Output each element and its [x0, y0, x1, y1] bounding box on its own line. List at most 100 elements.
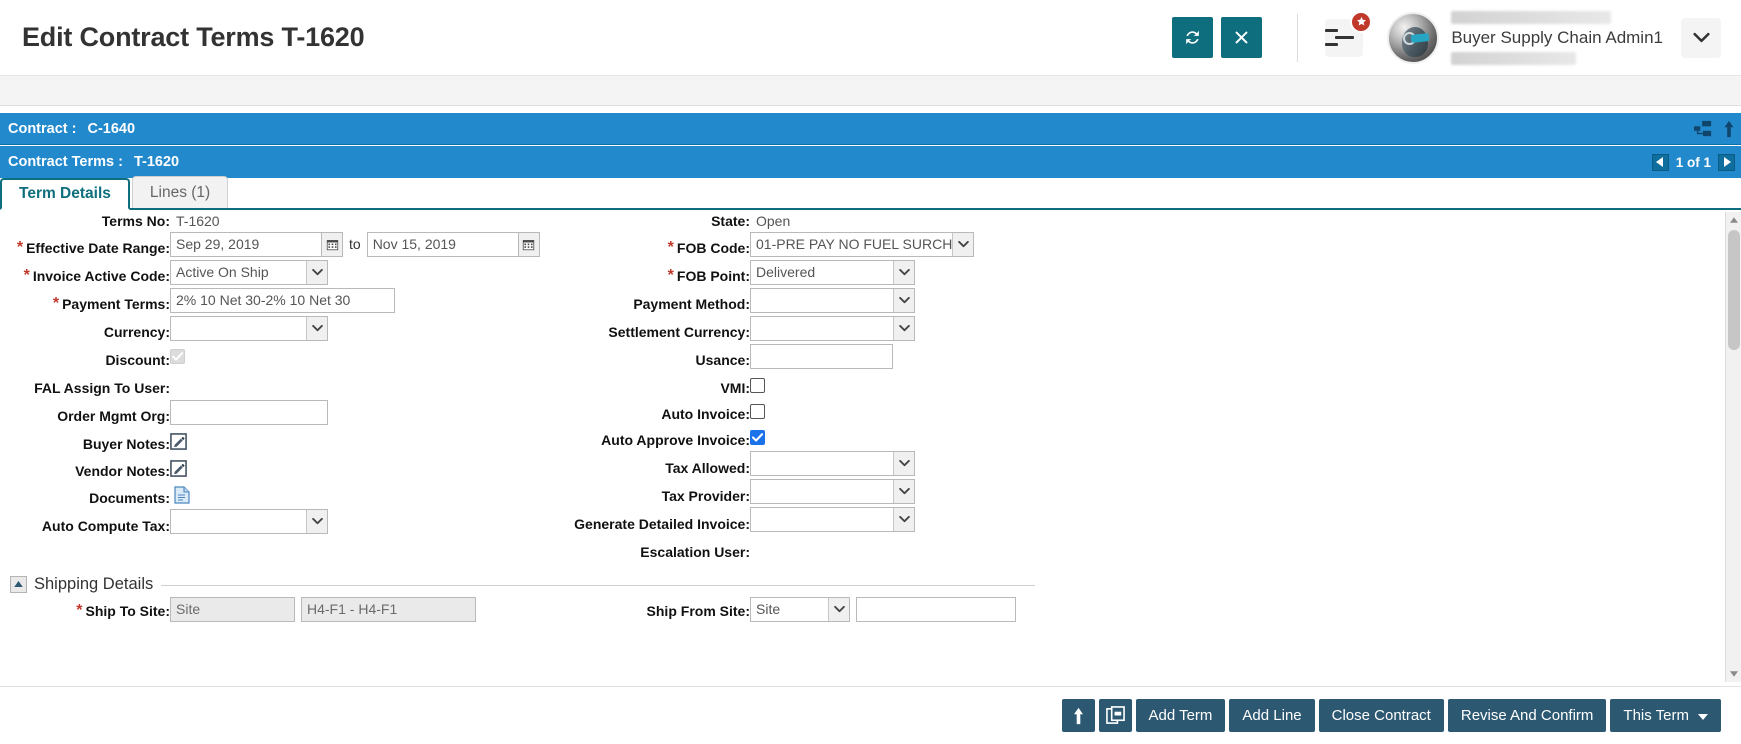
- generate-detailed-invoice-select[interactable]: [750, 507, 915, 532]
- ship-from-site-type: Site: [751, 601, 828, 617]
- tax-allowed-select[interactable]: [750, 451, 915, 476]
- payment-terms-input[interactable]: 2% 10 Net 30-2% 10 Net 30: [170, 288, 395, 313]
- order-mgmt-org-input[interactable]: [170, 400, 328, 425]
- ship-from-site-value[interactable]: [856, 597, 1016, 622]
- tab-term-details[interactable]: Term Details: [0, 178, 130, 210]
- auto-approve-invoice-checkbox[interactable]: [750, 430, 765, 445]
- user-info: Buyer Supply Chain Admin1: [1451, 11, 1663, 65]
- effective-date-to-input[interactable]: Nov 15, 2019: [367, 232, 519, 257]
- chevron-down-icon: [306, 317, 327, 340]
- secondary-toolbar-strip: [0, 76, 1741, 106]
- revise-and-confirm-button[interactable]: Revise And Confirm: [1448, 699, 1607, 732]
- effective-date-range-label: Effective Date Range:: [26, 240, 170, 256]
- effective-date-from-calendar-button[interactable]: [322, 232, 343, 257]
- effective-date-to-calendar-button[interactable]: [519, 232, 540, 257]
- ship-to-site-label: Ship To Site:: [85, 603, 170, 619]
- effective-date-from-input[interactable]: Sep 29, 2019: [170, 232, 322, 257]
- field-invoice-active-code: * Invoice Active Code:: [0, 263, 170, 289]
- currency-select[interactable]: [170, 316, 328, 341]
- auto-compute-tax-select[interactable]: [170, 509, 328, 534]
- refresh-button[interactable]: [1172, 17, 1213, 58]
- required-indicator: *: [668, 267, 674, 285]
- chevron-down-icon: [893, 508, 914, 531]
- upload-button[interactable]: [1062, 699, 1095, 732]
- contract-terms-value: T-1620: [134, 154, 179, 170]
- field-vendor-notes: Vendor Notes:: [0, 458, 170, 484]
- ship-to-site-type[interactable]: Site: [170, 597, 295, 622]
- scroll-down-button[interactable]: [1726, 666, 1741, 682]
- payment-method-select[interactable]: [750, 288, 915, 313]
- tax-provider-select[interactable]: [750, 479, 915, 504]
- chevron-left-icon: [1656, 157, 1664, 167]
- footer-action-bar: Add Term Add Line Close Contract Revise …: [0, 686, 1741, 744]
- record-pager: 1 of 1: [1652, 154, 1735, 171]
- field-buyer-notes: Buyer Notes:: [0, 431, 170, 457]
- chevron-up-icon: [14, 581, 23, 587]
- copy-button[interactable]: [1099, 699, 1132, 732]
- add-term-button[interactable]: Add Term: [1136, 699, 1226, 732]
- user-menu-button[interactable]: [1681, 18, 1721, 58]
- vertical-scrollbar[interactable]: [1725, 212, 1741, 682]
- shipping-details-collapse-button[interactable]: [10, 576, 27, 593]
- header-actions: Buyer Supply Chain Admin1: [1172, 0, 1741, 76]
- terms-no-value: T-1620: [176, 213, 220, 229]
- scrollbar-thumb[interactable]: [1728, 230, 1740, 350]
- close-button[interactable]: [1221, 17, 1262, 58]
- field-fob-point: * FOB Point:: [540, 263, 750, 289]
- expand-up-button[interactable]: [1723, 120, 1735, 138]
- fob-code-value: 01-PRE PAY NO FUEL SURCHARGE: [751, 236, 952, 252]
- field-settlement-currency: Settlement Currency:: [540, 319, 750, 345]
- field-escalation-user: Escalation User:: [540, 539, 750, 565]
- copy-icon: [1106, 706, 1125, 725]
- auto-invoice-checkbox[interactable]: [750, 404, 765, 419]
- up-arrow-icon: [1072, 707, 1085, 725]
- state-label: State:: [711, 213, 750, 229]
- chevron-down-icon: [952, 233, 973, 256]
- field-state: State:: [540, 212, 750, 234]
- field-auto-compute-tax: Auto Compute Tax:: [0, 513, 170, 539]
- auto-compute-tax-label: Auto Compute Tax:: [42, 518, 170, 534]
- field-fal-assign-to-user: FAL Assign To User:: [0, 375, 170, 401]
- top-header-bar: Edit Contract Terms T-1620: [0, 0, 1741, 76]
- chevron-up-icon: [1730, 217, 1738, 223]
- field-auto-approve-invoice: Auto Approve Invoice:: [540, 427, 750, 453]
- add-line-button[interactable]: Add Line: [1229, 699, 1314, 732]
- notifications-menu[interactable]: [1325, 19, 1363, 57]
- settlement-currency-select[interactable]: [750, 316, 915, 341]
- pager-next-button[interactable]: [1718, 154, 1735, 171]
- vmi-checkbox[interactable]: [750, 378, 765, 393]
- field-vmi: VMI:: [540, 375, 750, 401]
- chevron-down-icon: [306, 510, 327, 533]
- document-icon: [174, 486, 190, 504]
- auto-invoice-label: Auto Invoice:: [661, 406, 750, 422]
- page-title: Edit Contract Terms T-1620: [22, 22, 364, 53]
- required-indicator: *: [668, 239, 674, 257]
- usance-input[interactable]: [750, 344, 893, 369]
- field-ship-to-site: * Ship To Site:: [0, 598, 170, 624]
- hierarchy-icon: [1693, 120, 1713, 138]
- chevron-down-icon: [893, 480, 914, 503]
- buyer-notes-edit-button[interactable]: [170, 433, 187, 450]
- hierarchy-button[interactable]: [1693, 120, 1713, 138]
- required-indicator: *: [53, 295, 59, 313]
- fob-code-select[interactable]: 01-PRE PAY NO FUEL SURCHARGE: [750, 232, 974, 257]
- documents-button[interactable]: [174, 486, 190, 504]
- chevron-down-icon: [893, 289, 914, 312]
- invoice-active-code-select[interactable]: Active On Ship: [170, 260, 328, 285]
- field-ship-from-site: Ship From Site:: [540, 598, 750, 624]
- close-icon: [1233, 29, 1250, 46]
- this-term-dropdown-button[interactable]: This Term: [1610, 699, 1721, 732]
- caret-down-icon: [1698, 707, 1708, 724]
- vendor-notes-edit-button[interactable]: [170, 460, 187, 477]
- fob-point-select[interactable]: Delivered: [750, 260, 915, 285]
- chevron-right-icon: [1723, 157, 1731, 167]
- ship-from-site-label: Ship From Site:: [647, 603, 750, 619]
- field-usance: Usance:: [540, 347, 750, 373]
- scroll-up-button[interactable]: [1726, 212, 1741, 228]
- close-contract-button[interactable]: Close Contract: [1319, 699, 1444, 732]
- ship-to-site-value[interactable]: H4-F1 - H4-F1: [301, 597, 476, 622]
- check-icon: [752, 433, 763, 442]
- pager-prev-button[interactable]: [1652, 154, 1669, 171]
- tab-lines[interactable]: Lines (1): [132, 176, 228, 208]
- ship-from-site-select[interactable]: Site: [750, 597, 850, 622]
